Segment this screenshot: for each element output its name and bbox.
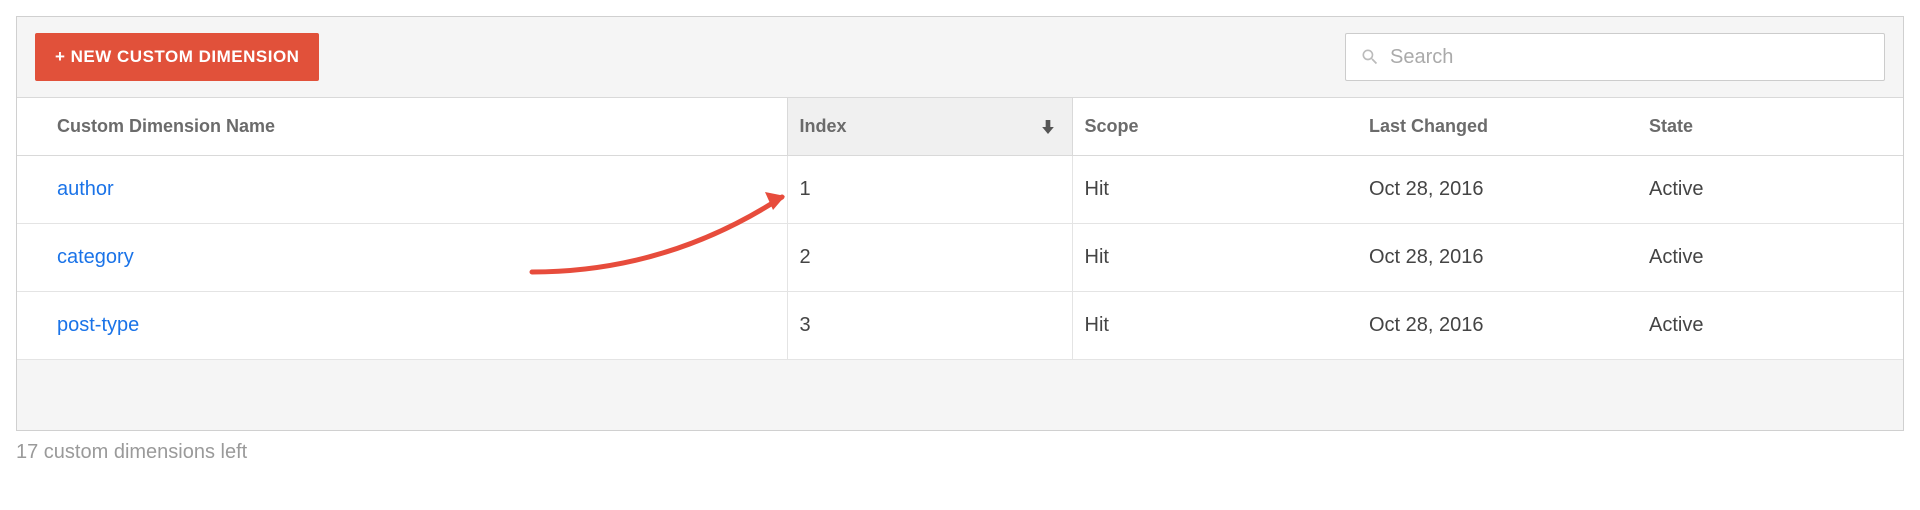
dimension-index-cell: 1 bbox=[787, 156, 1072, 224]
column-header-index-label: Index bbox=[800, 116, 847, 136]
dimension-index-cell: 3 bbox=[787, 292, 1072, 360]
dimension-scope-cell: Hit bbox=[1072, 292, 1357, 360]
column-header-last-changed[interactable]: Last Changed bbox=[1357, 98, 1637, 156]
new-custom-dimension-button[interactable]: + NEW CUSTOM DIMENSION bbox=[35, 33, 319, 81]
table-row: author 1 Hit Oct 28, 2016 Active bbox=[17, 156, 1903, 224]
dimension-last-changed-cell: Oct 28, 2016 bbox=[1357, 224, 1637, 292]
table-footer-spacer bbox=[17, 360, 1903, 430]
sort-descending-icon bbox=[1042, 120, 1054, 134]
search-field-wrapper[interactable] bbox=[1345, 33, 1885, 81]
dimension-last-changed-cell: Oct 28, 2016 bbox=[1357, 292, 1637, 360]
toolbar: + NEW CUSTOM DIMENSION bbox=[17, 17, 1903, 97]
dimension-scope-cell: Hit bbox=[1072, 224, 1357, 292]
dimension-last-changed-cell: Oct 28, 2016 bbox=[1357, 156, 1637, 224]
column-header-index[interactable]: Index bbox=[787, 98, 1072, 156]
dimension-name-link[interactable]: post-type bbox=[57, 314, 139, 336]
search-icon bbox=[1360, 47, 1380, 67]
custom-dimensions-table: Custom Dimension Name Index Scope Last C… bbox=[17, 97, 1903, 360]
custom-dimensions-panel: + NEW CUSTOM DIMENSION Custom Dimension … bbox=[16, 16, 1904, 431]
table-header-row: Custom Dimension Name Index Scope Last C… bbox=[17, 98, 1903, 156]
column-header-scope[interactable]: Scope bbox=[1072, 98, 1357, 156]
search-input[interactable] bbox=[1390, 46, 1870, 69]
column-header-state[interactable]: State bbox=[1637, 98, 1903, 156]
dimension-state-cell: Active bbox=[1637, 224, 1903, 292]
dimension-state-cell: Active bbox=[1637, 292, 1903, 360]
dimension-name-link[interactable]: category bbox=[57, 246, 134, 268]
remaining-dimensions-text: 17 custom dimensions left bbox=[16, 431, 1904, 464]
dimension-scope-cell: Hit bbox=[1072, 156, 1357, 224]
column-header-name[interactable]: Custom Dimension Name bbox=[17, 98, 787, 156]
dimension-index-cell: 2 bbox=[787, 224, 1072, 292]
table-row: post-type 3 Hit Oct 28, 2016 Active bbox=[17, 292, 1903, 360]
dimension-state-cell: Active bbox=[1637, 156, 1903, 224]
table-row: category 2 Hit Oct 28, 2016 Active bbox=[17, 224, 1903, 292]
dimension-name-link[interactable]: author bbox=[57, 178, 114, 200]
